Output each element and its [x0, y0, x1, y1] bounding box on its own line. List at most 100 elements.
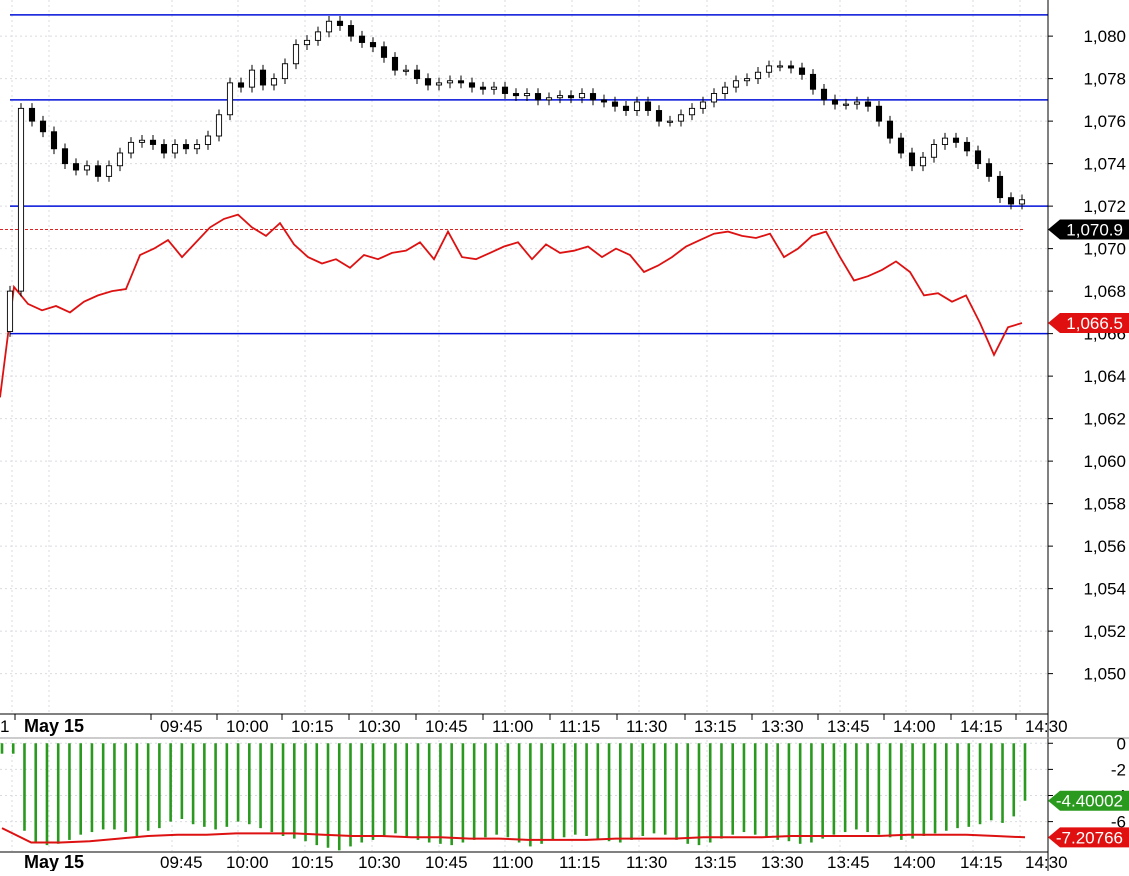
candle-body: [116, 152, 124, 167]
indicator-time-axis-label: 10:15: [291, 853, 334, 871]
histogram-bar: [855, 743, 858, 830]
histogram-bar: [281, 743, 285, 836]
price-axis-label: 1,056: [1083, 537, 1126, 556]
histogram-bar: [1012, 743, 1016, 817]
candle-body: [446, 80, 454, 84]
candle-body: [622, 105, 630, 111]
histogram-bar: [888, 743, 892, 838]
histogram-bar: [562, 743, 566, 838]
histogram-bar: [113, 743, 116, 830]
candle-body: [160, 144, 168, 154]
histogram-bar: [1001, 743, 1004, 823]
histogram-bar: [11, 743, 15, 754]
time-axis-label: 11:30: [626, 717, 667, 736]
histogram-bar: [821, 743, 824, 839]
candle-body: [479, 86, 487, 90]
candle-body: [413, 69, 421, 80]
candle-body: [732, 80, 740, 88]
indicator-time-axis-label: May 15: [24, 852, 84, 871]
histogram-bar: [439, 743, 442, 844]
candle-body: [875, 105, 883, 122]
candle-body: [215, 114, 223, 137]
histogram-bar: [203, 743, 206, 827]
histogram-bar: [34, 743, 38, 843]
price-axis-label: 1,072: [1083, 197, 1126, 216]
histogram-bar: [517, 743, 521, 843]
histogram-bar: [1023, 743, 1027, 801]
time-axis-label: 11:15: [559, 717, 600, 736]
histogram-bar: [292, 743, 296, 839]
histogram-bar: [708, 743, 712, 843]
candle-body: [886, 120, 894, 139]
histogram-bar: [382, 743, 386, 836]
candle-body: [105, 165, 113, 177]
candle-body: [589, 93, 597, 101]
histogram-bar: [360, 743, 364, 843]
indicator-time-axis-label: 11:15: [559, 853, 600, 871]
histogram-bar: [663, 743, 667, 835]
histogram-bar: [225, 743, 229, 827]
candle-body: [435, 82, 443, 86]
histogram-bar: [641, 743, 645, 836]
candle-body: [963, 141, 971, 152]
histogram-bar: [618, 743, 622, 843]
histogram-bar: [956, 743, 959, 829]
candle-body: [644, 101, 652, 111]
price-axis-label: 1,070: [1083, 240, 1126, 259]
histogram-bar: [191, 743, 195, 825]
histogram-bar: [371, 743, 375, 840]
candle-body: [556, 95, 564, 99]
candle-body: [292, 44, 300, 65]
candle-body: [391, 56, 399, 71]
histogram-bar: [911, 743, 914, 839]
candle-body: [182, 144, 190, 150]
time-axis-label: 10:00: [226, 717, 269, 736]
histogram-bar: [697, 743, 701, 846]
stock-chart: 1,080 1,078 1,076 1,074 1,072 1,070 1,068 1,066…: [0, 0, 1129, 872]
histogram-bar: [0, 743, 4, 754]
indicator-time-axis-label: 14:00: [893, 853, 936, 871]
candle-body: [303, 39, 311, 46]
candle-body: [270, 78, 278, 86]
histogram-bar: [551, 743, 555, 840]
histogram-bar: [866, 743, 869, 833]
time-axis-label: 13:45: [827, 717, 870, 736]
indicator-time-axis-label: 10:00: [226, 853, 269, 871]
candle-body: [842, 103, 850, 106]
candle-body: [358, 35, 366, 43]
histogram-bar: [596, 743, 600, 839]
histogram-bar: [630, 743, 633, 840]
candle-body: [831, 99, 839, 105]
histogram-bar: [259, 743, 262, 829]
histogram-bar: [484, 743, 487, 838]
candle-body: [534, 93, 542, 101]
candle-body: [402, 69, 410, 72]
signal-value-label: -7.20766: [1056, 828, 1123, 847]
histogram-bar: [349, 743, 352, 847]
histogram-bar: [270, 743, 274, 833]
candle-body: [600, 99, 608, 103]
histogram-bar: [529, 743, 532, 847]
histogram-bar: [574, 743, 577, 835]
histogram-bar: [742, 743, 746, 833]
price-axis-label: 1,080: [1083, 27, 1126, 46]
histogram-bar: [843, 743, 847, 833]
histogram-bar: [989, 743, 993, 821]
histogram-bar: [753, 743, 757, 835]
candle-body: [424, 78, 432, 86]
histogram-bar: [652, 743, 656, 834]
histogram-bar: [79, 743, 82, 835]
candle-body: [930, 144, 938, 158]
time-axis-label: 10:45: [425, 717, 468, 736]
histogram-bar: [933, 743, 937, 834]
histogram-bar: [416, 743, 420, 840]
histogram-bar: [124, 743, 127, 833]
candle-body: [94, 165, 102, 177]
histogram-bar: [720, 743, 723, 839]
histogram-bar: [540, 743, 543, 844]
candle-body: [39, 120, 47, 133]
time-axis-label: 13:30: [761, 717, 804, 736]
candle-body: [985, 163, 993, 177]
candle-body: [545, 97, 553, 101]
histogram-bar: [23, 743, 26, 831]
